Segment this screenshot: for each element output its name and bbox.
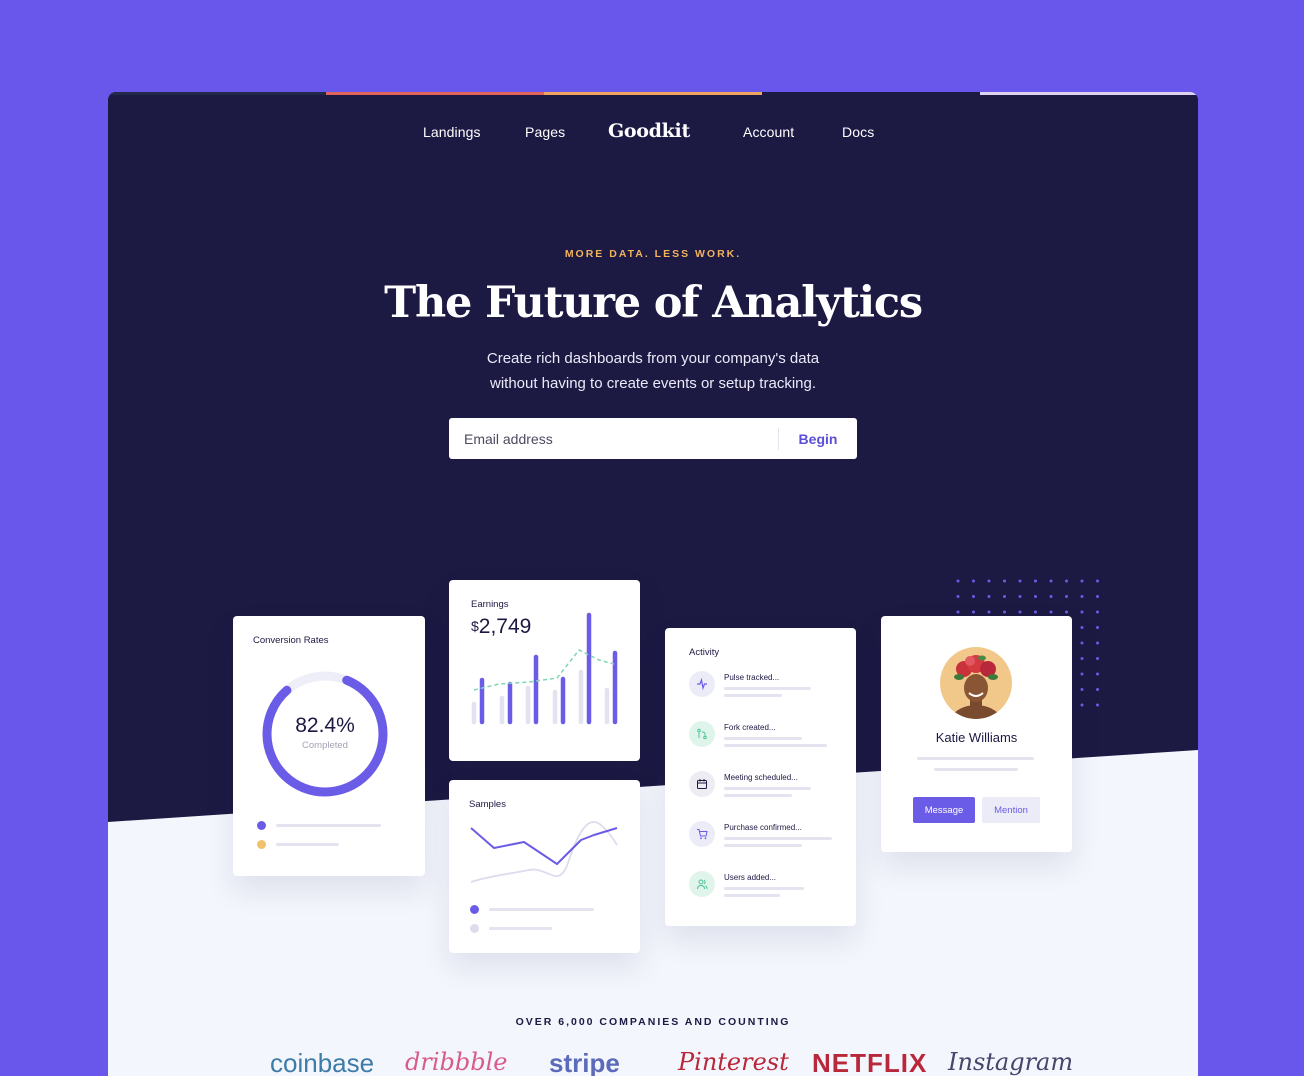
fork-icon — [689, 721, 715, 747]
users-icon — [689, 871, 715, 897]
brand-logo[interactable]: Goodkit — [608, 120, 690, 142]
activity-item-label: Fork created... — [724, 723, 776, 732]
browser-frame: Landings Pages Goodkit Account Docs MORE… — [108, 92, 1198, 1076]
netflix-logo: NETFLIX — [812, 1048, 928, 1076]
color-topbar — [108, 92, 1198, 95]
company-logos: coinbase dribbble stripe Pinterest NETFL… — [108, 1048, 1198, 1076]
hero-eyebrow: MORE DATA. LESS WORK. — [564, 248, 742, 260]
activity-item-line — [724, 737, 802, 740]
email-input[interactable] — [449, 418, 779, 459]
activity-item-line — [724, 844, 802, 847]
conversion-caption: Completed — [302, 740, 348, 751]
activity-card: Activity Pulse tracked... Fork created..… — [665, 628, 856, 926]
cart-icon — [689, 821, 715, 847]
profile-detail-line — [934, 768, 1018, 771]
profile-card: Katie Williams Message Mention — [881, 616, 1072, 852]
hero-headline: The Future of Analytics — [384, 278, 923, 328]
legend-dot-secondary — [257, 840, 266, 849]
activity-item-label: Users added... — [724, 873, 777, 882]
legend-line — [489, 927, 552, 930]
nav-link-pages[interactable]: Pages — [525, 124, 565, 140]
pulse-icon — [689, 671, 715, 697]
begin-button[interactable]: Begin — [779, 418, 857, 459]
nav-link-docs[interactable]: Docs — [842, 124, 874, 140]
pinterest-logo: Pinterest — [678, 1048, 789, 1076]
activity-item-line — [724, 794, 792, 797]
message-button[interactable]: Message — [913, 797, 975, 823]
legend-line — [489, 908, 594, 911]
activity-item-line — [724, 694, 782, 697]
legend-dot-primary — [470, 905, 479, 914]
legend-dot-secondary — [470, 924, 479, 933]
hero-subtitle: Create rich dashboards from your company… — [108, 346, 1198, 396]
samples-line-primary — [470, 827, 618, 865]
main-nav: Landings Pages Goodkit Account Docs — [108, 120, 1198, 146]
calendar-icon — [689, 771, 715, 797]
activity-item-label: Meeting scheduled... — [724, 773, 798, 782]
activity-item-line — [724, 787, 811, 790]
earnings-bar-chart — [471, 612, 618, 725]
conversion-rates-card: Conversion Rates 82.4% Completed — [233, 616, 425, 876]
instagram-logo: Instagram — [948, 1048, 1074, 1076]
activity-item-line — [724, 887, 804, 890]
email-signup-form: Begin — [449, 418, 857, 459]
conversion-card-title: Conversion Rates — [253, 635, 329, 646]
profile-name: Katie Williams — [935, 730, 1018, 745]
legend-dot-primary — [257, 821, 266, 830]
activity-card-title: Activity — [689, 647, 720, 658]
hero-subtitle-line-2: without having to create events or setup… — [489, 375, 816, 392]
stripe-logo: stripe — [549, 1048, 620, 1076]
activity-item-label: Pulse tracked... — [724, 673, 780, 682]
coinbase-logo: coinbase — [270, 1048, 375, 1076]
avatar — [940, 647, 1012, 719]
activity-item-line — [724, 837, 832, 840]
activity-item-line — [724, 894, 780, 897]
activity-item-line — [724, 744, 827, 747]
hero-subtitle-line-1: Create rich dashboards from your company… — [486, 350, 820, 367]
activity-item-line — [724, 687, 811, 690]
nav-link-landings[interactable]: Landings — [423, 124, 481, 140]
legend-line — [276, 824, 381, 827]
earnings-trend-line — [473, 649, 615, 691]
nav-link-account[interactable]: Account — [743, 124, 794, 140]
legend-line — [276, 843, 339, 846]
activity-item-label: Purchase confirmed... — [724, 823, 802, 832]
conversion-value: 82.4% — [295, 714, 355, 737]
samples-card: Samples — [449, 780, 640, 953]
profile-detail-line — [917, 757, 1034, 760]
samples-line-secondary — [470, 821, 618, 883]
companies-heading: OVER 6,000 COMPANIES AND COUNTING — [515, 1016, 791, 1028]
dribbble-logo: dribbble — [405, 1048, 508, 1076]
earnings-card: Earnings $2,749 — [449, 580, 640, 761]
mention-button[interactable]: Mention — [982, 797, 1040, 823]
